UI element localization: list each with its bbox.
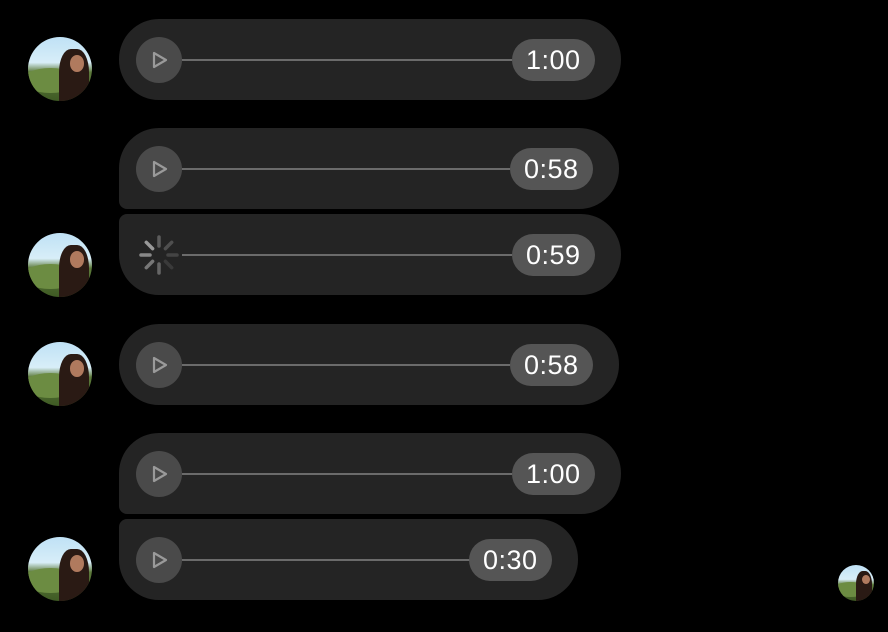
playback-track[interactable]	[182, 168, 510, 170]
voice-message[interactable]: 1:00	[119, 19, 621, 100]
playback-track[interactable]	[182, 473, 512, 475]
voice-message[interactable]: 1:00	[119, 433, 621, 514]
duration-badge: 1:00	[512, 39, 595, 81]
playback-track[interactable]	[182, 559, 470, 561]
voice-message[interactable]: 0:58	[119, 128, 619, 209]
play-icon	[152, 160, 168, 178]
duration-badge: 0:58	[510, 148, 593, 190]
sender-avatar[interactable]	[28, 233, 92, 297]
voice-message[interactable]: 0:30	[119, 519, 578, 600]
duration-badge: 0:59	[512, 234, 595, 276]
play-button[interactable]	[136, 146, 182, 192]
read-receipt-avatar	[838, 565, 874, 601]
playback-track[interactable]	[182, 254, 512, 256]
play-button[interactable]	[136, 537, 182, 583]
play-icon	[152, 356, 168, 374]
play-icon	[152, 465, 168, 483]
play-button[interactable]	[136, 342, 182, 388]
duration-badge: 1:00	[512, 453, 595, 495]
sender-avatar[interactable]	[28, 537, 92, 601]
sender-avatar[interactable]	[28, 37, 92, 101]
play-icon	[152, 51, 168, 69]
playback-track[interactable]	[182, 364, 510, 366]
voice-message[interactable]: 0:59	[119, 214, 621, 295]
voice-message-thread: 1:00 0:58 0:59 0:58 1:00 0:30	[0, 0, 888, 632]
play-button[interactable]	[136, 451, 182, 497]
play-icon	[152, 551, 168, 569]
duration-badge: 0:30	[469, 539, 552, 581]
voice-message[interactable]: 0:58	[119, 324, 619, 405]
sender-avatar[interactable]	[28, 342, 92, 406]
loading-spinner-icon	[136, 232, 182, 278]
duration-badge: 0:58	[510, 344, 593, 386]
playback-track[interactable]	[182, 59, 512, 61]
play-button[interactable]	[136, 37, 182, 83]
